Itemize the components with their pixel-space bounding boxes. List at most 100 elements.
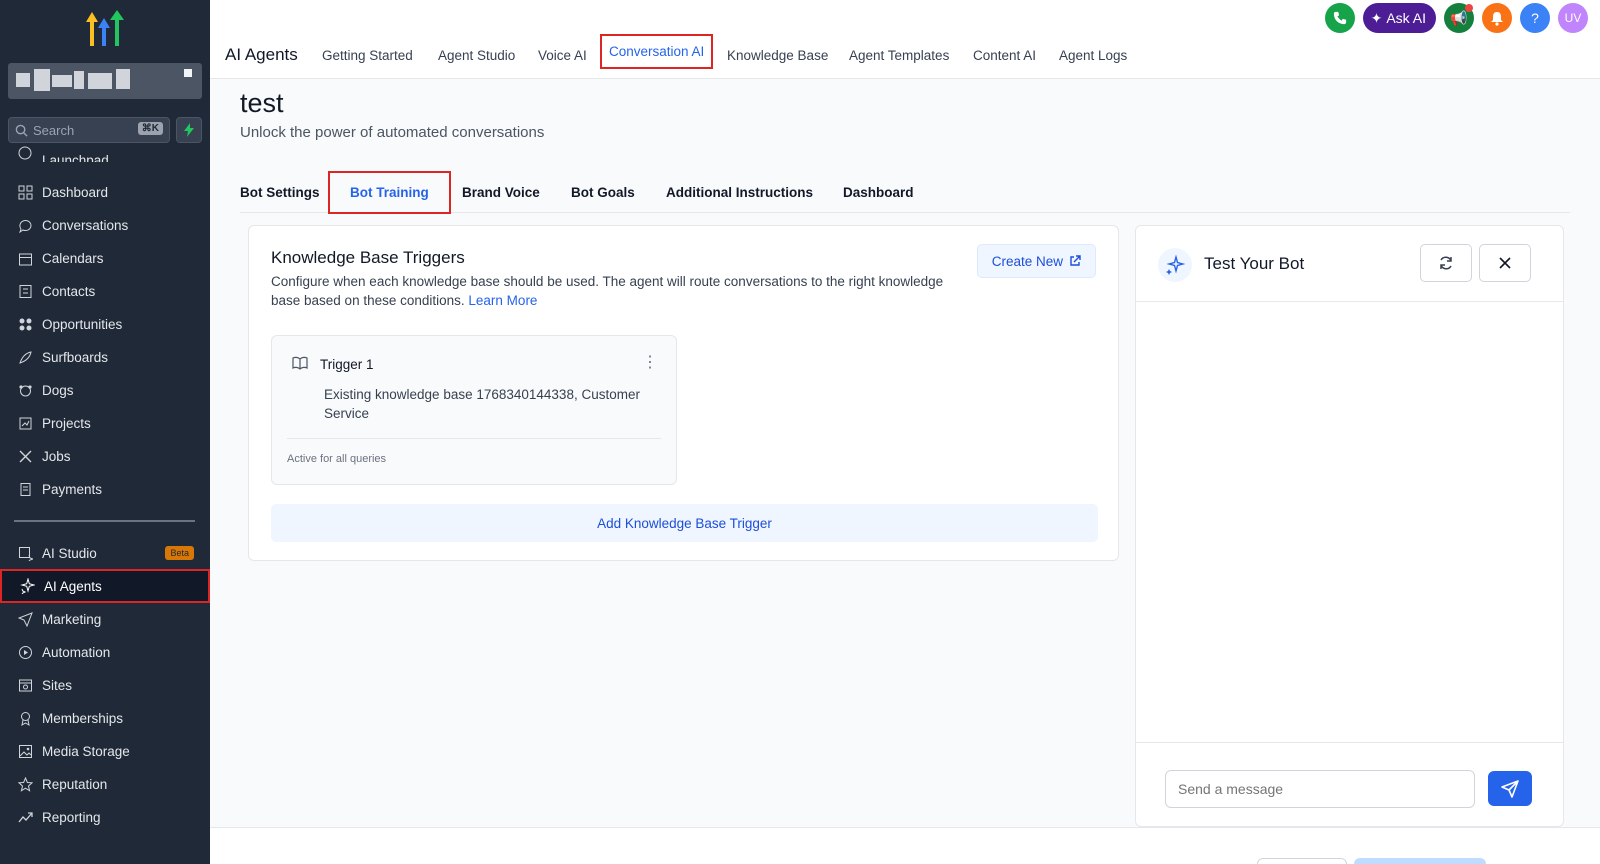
tab-bot-settings[interactable]: Bot Settings	[240, 185, 320, 200]
sidebar-item-label: Reputation	[42, 776, 108, 792]
sidebar-item-label: Automation	[42, 644, 111, 660]
launchpad-icon	[16, 144, 34, 162]
learn-more-link[interactable]: Learn More	[468, 293, 537, 308]
close-button[interactable]	[1479, 244, 1531, 282]
opportunities-icon	[16, 315, 34, 333]
contacts-icon	[16, 282, 34, 300]
sidebar-item-label: Projects	[42, 415, 91, 431]
trigger-footer: Active for all queries	[287, 453, 387, 465]
sidebar-item-ai-agents[interactable]: AI Agents	[0, 569, 210, 603]
add-kb-trigger-button[interactable]: Add Knowledge Base Trigger	[271, 504, 1098, 542]
megaphone-icon: 📢	[1450, 9, 1468, 26]
close-icon	[1499, 257, 1511, 269]
sidebar-item-reporting[interactable]: Reporting	[0, 800, 210, 834]
sidebar-item-label: Dashboard	[42, 184, 109, 200]
sidebar-item-ai-studio[interactable]: AI Studio Beta	[0, 536, 210, 570]
kb-title: Knowledge Base Triggers	[271, 248, 465, 267]
sidebar-item-sites[interactable]: Sites	[0, 668, 210, 702]
sidebar-item-opportunities[interactable]: Opportunities	[0, 307, 210, 341]
phone-button[interactable]	[1324, 3, 1355, 33]
send-icon	[16, 610, 34, 628]
tab-agent-templates[interactable]: Agent Templates	[849, 48, 949, 63]
sparkles-icon	[18, 577, 36, 595]
sidebar-item-dashboard[interactable]: Dashboard	[0, 175, 210, 209]
primary-action-button[interactable]	[1354, 858, 1486, 864]
tab-getting-started[interactable]: Getting Started	[322, 48, 413, 63]
tab-agent-studio[interactable]: Agent Studio	[438, 48, 515, 63]
external-link-icon	[1070, 255, 1081, 266]
avatar[interactable]: UV	[1558, 3, 1588, 33]
projects-icon	[16, 414, 34, 432]
knowledge-base-triggers-card: Knowledge Base Triggers Configure when e…	[248, 225, 1119, 561]
sidebar-item-surfboards[interactable]: Surfboards	[0, 340, 210, 374]
sidebar-item-label: AI Agents	[44, 578, 102, 594]
test-bot-header: Test Your Bot	[1136, 226, 1563, 302]
sites-icon	[16, 676, 34, 694]
search-shortcut: ⌘K	[137, 122, 163, 135]
sidebar-item-label: Reporting	[42, 809, 101, 825]
account-switcher[interactable]	[8, 63, 202, 99]
sidebar-item-conversations[interactable]: Conversations	[0, 208, 210, 242]
notifications-button[interactable]	[1482, 3, 1512, 33]
sparkles-icon	[1158, 248, 1192, 282]
search-icon	[15, 124, 28, 137]
ai-studio-icon	[16, 544, 34, 562]
trigger-divider	[287, 438, 661, 439]
tab-bot-goals[interactable]: Bot Goals	[571, 185, 635, 200]
help-button[interactable]: ?	[1520, 3, 1550, 33]
tab-conversation-ai[interactable]: Conversation AI	[600, 34, 714, 69]
secondary-action-button[interactable]	[1257, 858, 1347, 864]
tab-agent-logs[interactable]: Agent Logs	[1059, 48, 1127, 63]
sidebar-search[interactable]: Search ⌘K	[8, 117, 170, 143]
tab-voice-ai[interactable]: Voice AI	[538, 48, 587, 63]
tab-dashboard[interactable]: Dashboard	[843, 185, 914, 200]
surfboard-icon	[16, 348, 34, 366]
sidebar-item-calendars[interactable]: Calendars	[0, 241, 210, 275]
announcements-button[interactable]: 📢	[1444, 3, 1474, 33]
automation-icon	[16, 643, 34, 661]
sidebar-item-projects[interactable]: Projects	[0, 406, 210, 440]
sidebar-item-label: Memberships	[42, 710, 124, 726]
tab-content-ai[interactable]: Content AI	[973, 48, 1036, 63]
dog-icon	[16, 381, 34, 399]
trigger-card[interactable]: Trigger 1 ⋮ Existing knowledge base 1768…	[271, 335, 677, 485]
sidebar-item-payments[interactable]: Payments	[0, 472, 210, 506]
tab-knowledge-base[interactable]: Knowledge Base	[727, 48, 828, 63]
page-subtitle: Unlock the power of automated conversati…	[240, 124, 545, 141]
refresh-icon	[1440, 256, 1452, 270]
tab-brand-voice[interactable]: Brand Voice	[462, 185, 540, 200]
message-input[interactable]	[1165, 770, 1475, 808]
sidebar-item-automation[interactable]: Automation	[0, 635, 210, 669]
brand-logo[interactable]	[80, 8, 130, 52]
tab-additional-instructions[interactable]: Additional Instructions	[666, 185, 813, 200]
sidebar-item-launchpad[interactable]: Launchpad	[0, 144, 210, 162]
quick-action-button[interactable]	[176, 117, 202, 143]
send-button[interactable]	[1488, 771, 1532, 806]
sidebar-item-label: Conversations	[42, 217, 129, 233]
sidebar-item-contacts[interactable]: Contacts	[0, 274, 210, 308]
sidebar-item-jobs[interactable]: Jobs	[0, 439, 210, 473]
tab-bot-training[interactable]: Bot Training	[328, 171, 451, 214]
sidebar-item-label: AI Studio	[42, 545, 97, 561]
sidebar-item-label: Dogs	[42, 382, 74, 398]
sidebar-item-label: Sites	[42, 677, 73, 693]
ask-ai-button[interactable]: ✦ Ask AI	[1362, 3, 1436, 33]
sidebar-item-media-storage[interactable]: Media Storage	[0, 734, 210, 768]
notification-dot	[1465, 4, 1473, 12]
create-new-button[interactable]: Create New	[976, 244, 1096, 278]
phone-icon	[1333, 11, 1346, 25]
sidebar-item-label: Marketing	[42, 611, 102, 627]
sidebar-item-dogs[interactable]: Dogs	[0, 373, 210, 407]
sidebar-item-marketing[interactable]: Marketing	[0, 602, 210, 636]
refresh-button[interactable]	[1420, 244, 1472, 282]
payments-icon	[16, 480, 34, 498]
trigger-description: Existing knowledge base 1768340144338, C…	[324, 387, 640, 421]
sidebar-item-label: Jobs	[42, 448, 71, 464]
sidebar-item-reputation[interactable]: Reputation	[0, 767, 210, 801]
sidebar-divider	[14, 520, 195, 522]
kb-description: Configure when each knowledge base shoul…	[271, 274, 944, 308]
kebab-menu-icon[interactable]: ⋮	[642, 352, 658, 372]
sidebar: Search ⌘K Launchpad Dashboard Conversatio…	[0, 0, 210, 864]
sidebar-item-memberships[interactable]: Memberships	[0, 701, 210, 735]
test-bot-footer	[1136, 742, 1563, 828]
